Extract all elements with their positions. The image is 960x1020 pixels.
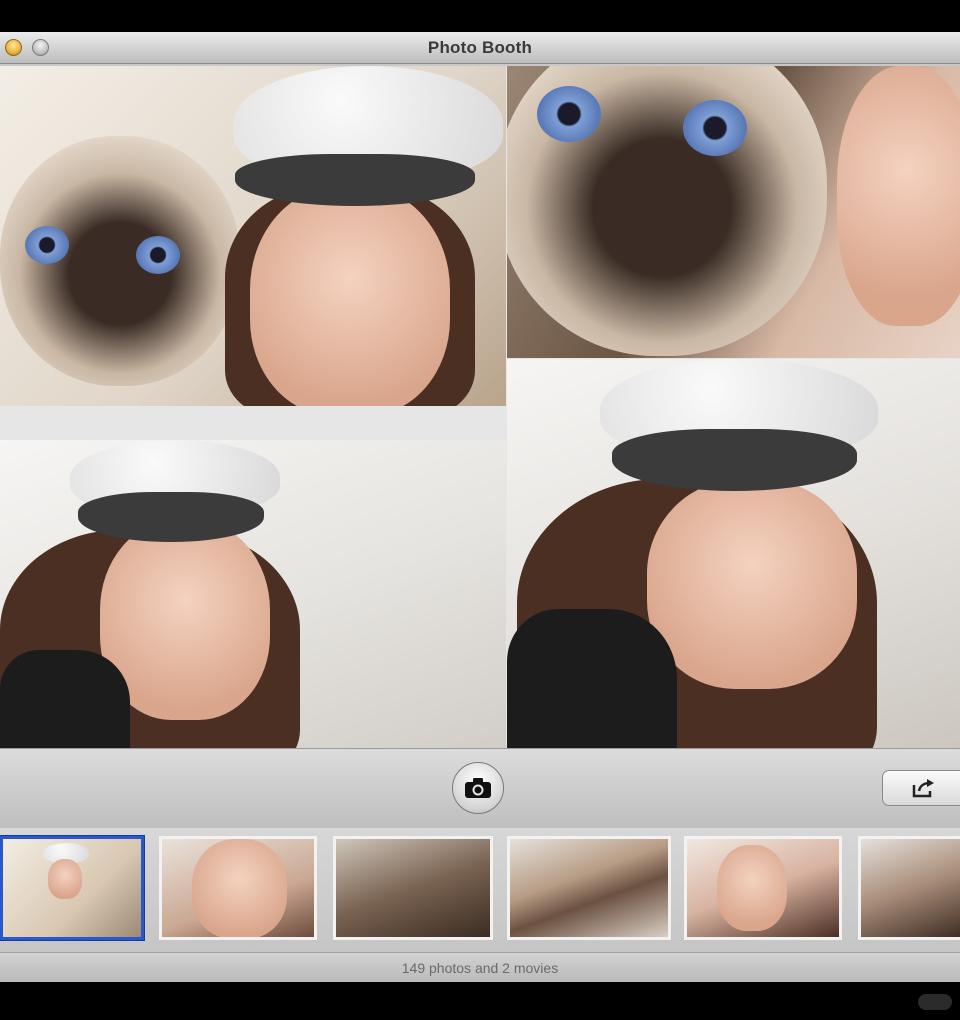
title-bar: Photo Booth: [0, 32, 960, 64]
thumbnail-3[interactable]: [333, 836, 493, 940]
face-shape: [647, 479, 857, 689]
thumbnail-6[interactable]: [858, 836, 960, 940]
toolbar: [0, 748, 960, 828]
face-shape: [837, 66, 960, 326]
cap-brim-shape: [612, 429, 857, 491]
cap-brim-shape: [235, 154, 475, 206]
thumbnail-4[interactable]: [507, 836, 671, 940]
share-arrow-icon: [912, 779, 934, 798]
thumbnail-strip[interactable]: [0, 828, 960, 952]
status-bar: 149 photos and 2 movies: [0, 952, 960, 982]
thumbnail-2[interactable]: [159, 836, 317, 940]
cat-eye: [537, 86, 601, 142]
cat-eye: [683, 100, 747, 156]
watermark-badge: [918, 994, 952, 1010]
photo-booth-window: Photo Booth 149 photos and 2 movies: [0, 32, 960, 982]
photo-frame-4: [507, 359, 960, 782]
thumbnail-image: [861, 839, 960, 937]
photo-frame-1: [0, 66, 506, 406]
face-shape: [717, 845, 787, 931]
take-photo-button[interactable]: [452, 762, 504, 814]
face-shape: [48, 859, 82, 899]
four-up-photo-grid: [0, 66, 960, 782]
thumbnail-image: [336, 839, 490, 937]
thumbnail-1[interactable]: [0, 836, 144, 940]
camera-icon: [465, 778, 491, 798]
cap-brim-shape: [78, 492, 264, 542]
face-shape: [192, 839, 287, 937]
thumbnail-image: [510, 839, 668, 937]
share-button[interactable]: [882, 770, 960, 806]
window-title: Photo Booth: [427, 38, 533, 57]
photo-frame-2: [507, 66, 960, 358]
cat-eye: [25, 226, 69, 264]
photo-count-status: 149 photos and 2 movies: [401, 960, 559, 976]
thumbnail-5[interactable]: [684, 836, 842, 940]
photo-frame-3: [0, 440, 506, 778]
cat-eye: [136, 236, 180, 274]
face-shape: [250, 186, 450, 406]
